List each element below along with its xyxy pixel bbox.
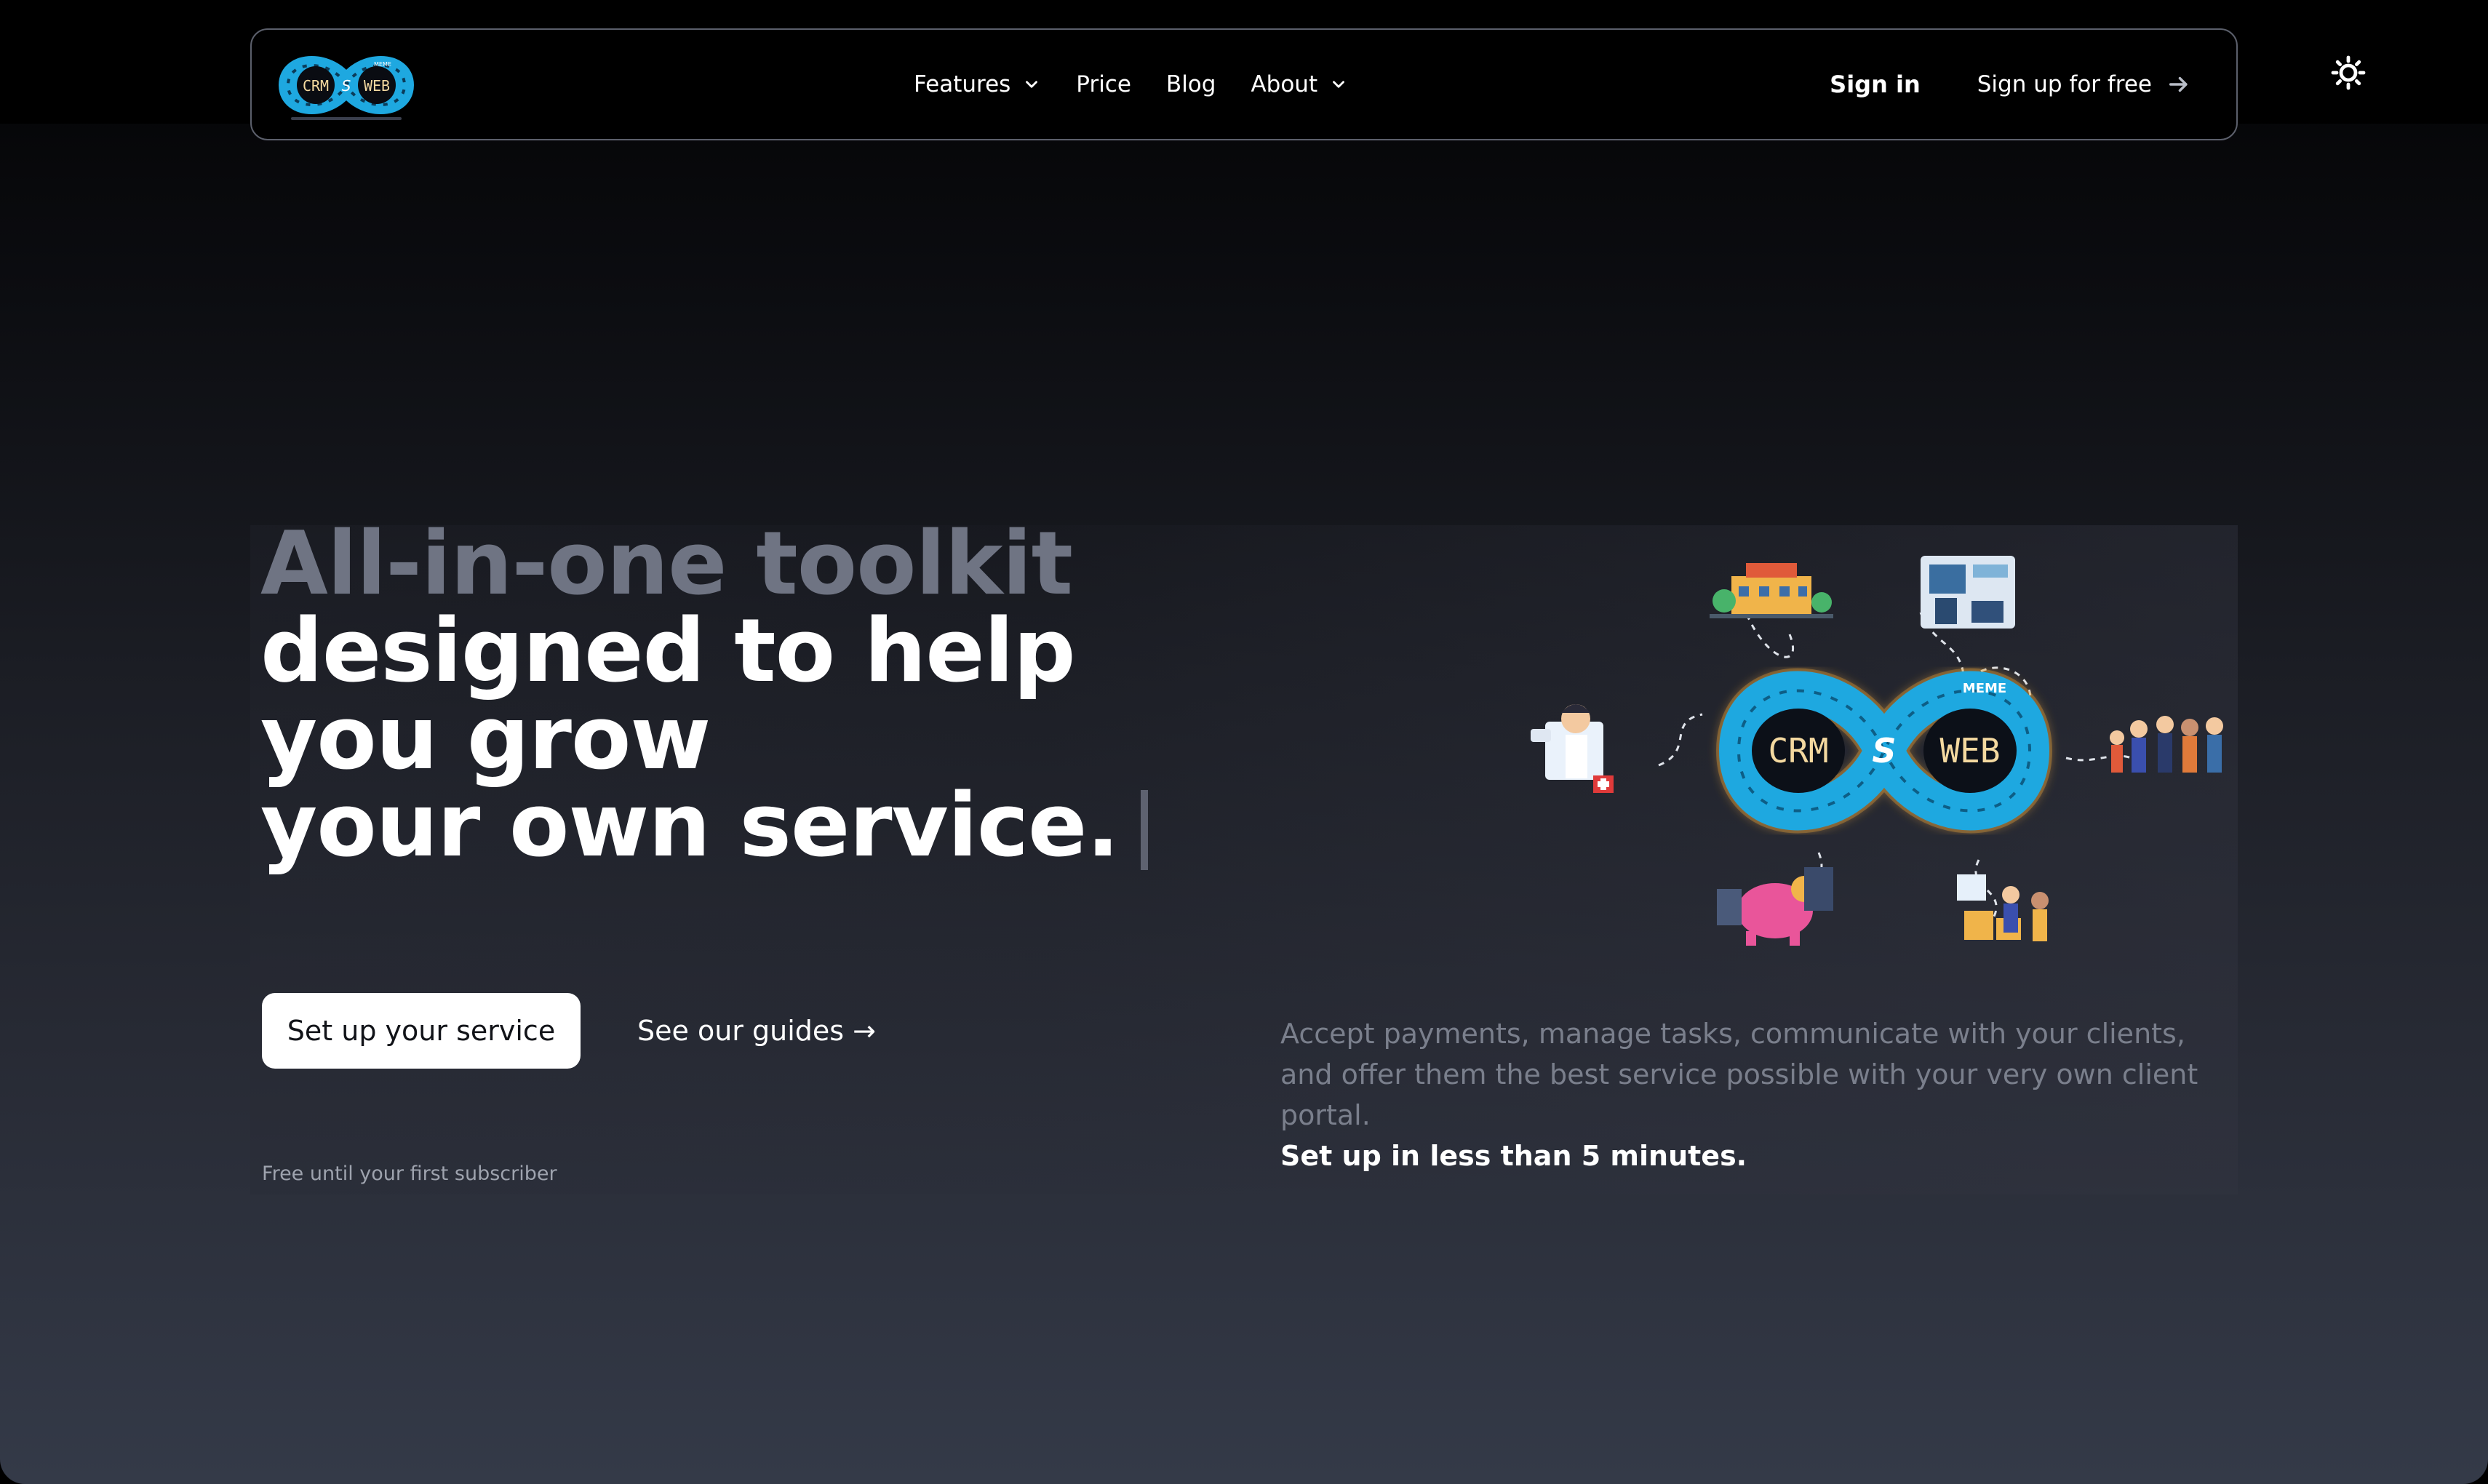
nav-item-about[interactable]: About: [1251, 71, 1348, 97]
navbar: CRM S WEB MEME Features Price Blog About: [250, 28, 2238, 140]
headline-line-1: All-in-one toolkit: [260, 514, 1073, 615]
headline-line-4: your own service.: [260, 775, 1120, 877]
sign-up-label: Sign up for free: [1977, 71, 2152, 97]
nav-item-blog[interactable]: Blog: [1166, 71, 1216, 97]
nav-item-features-label: Features: [914, 71, 1011, 97]
set-up-service-button[interactable]: Set up your service: [262, 993, 581, 1069]
headline-line-2: designed to help: [260, 601, 1076, 702]
headline-line-4-wrap: your own service.: [260, 783, 1149, 870]
arrow-right-icon: [2169, 76, 2188, 92]
chevron-down-icon: [1026, 81, 1038, 88]
sun-icon[interactable]: [2331, 55, 2366, 90]
svg-text:WEB: WEB: [1939, 731, 2000, 770]
svg-text:CRM: CRM: [1768, 731, 1828, 770]
nav-links: Features Price Blog About: [914, 30, 1383, 139]
chevron-down-icon: [1333, 81, 1345, 88]
typing-cursor: [1141, 790, 1149, 870]
svg-text:S: S: [1872, 731, 1896, 770]
nav-item-blog-label: Blog: [1165, 71, 1216, 97]
svg-text:MEME: MEME: [1963, 681, 2006, 696]
svg-text:CRM: CRM: [303, 77, 329, 95]
nav-item-price-label: Price: [1076, 71, 1131, 97]
nav-item-about-label: About: [1251, 71, 1318, 97]
logo[interactable]: CRM S WEB MEME: [274, 44, 419, 126]
nav-item-price[interactable]: Price: [1076, 71, 1131, 97]
hero-description: Accept payments, manage tasks, communica…: [1280, 1013, 2212, 1176]
crm-web-illustration: CRM S WEB MEME: [1531, 556, 2223, 946]
headline-line-3: you grow: [260, 688, 711, 789]
page: CRM S WEB MEME Features Price Blog About: [0, 0, 2488, 1484]
hero-headline: All-in-one toolkit designed to help you …: [260, 514, 1149, 870]
description-strong: Set up in less than 5 minutes.: [1280, 1140, 1747, 1172]
see-guides-label: See our guides →: [637, 1015, 876, 1047]
free-note: Free until your first subscriber: [262, 1162, 557, 1185]
svg-text:MEME: MEME: [374, 61, 391, 68]
description-text: Accept payments, manage tasks, communica…: [1280, 1018, 2198, 1131]
svg-text:S: S: [342, 77, 351, 95]
nav-auth: Sign in Sign up for free: [1830, 30, 2191, 139]
nav-item-features[interactable]: Features: [914, 71, 1041, 97]
sign-in-link[interactable]: Sign in: [1830, 71, 1921, 98]
see-guides-link[interactable]: See our guides →: [637, 993, 876, 1069]
sign-up-button[interactable]: Sign up for free: [1977, 71, 2191, 97]
svg-text:WEB: WEB: [364, 77, 390, 95]
